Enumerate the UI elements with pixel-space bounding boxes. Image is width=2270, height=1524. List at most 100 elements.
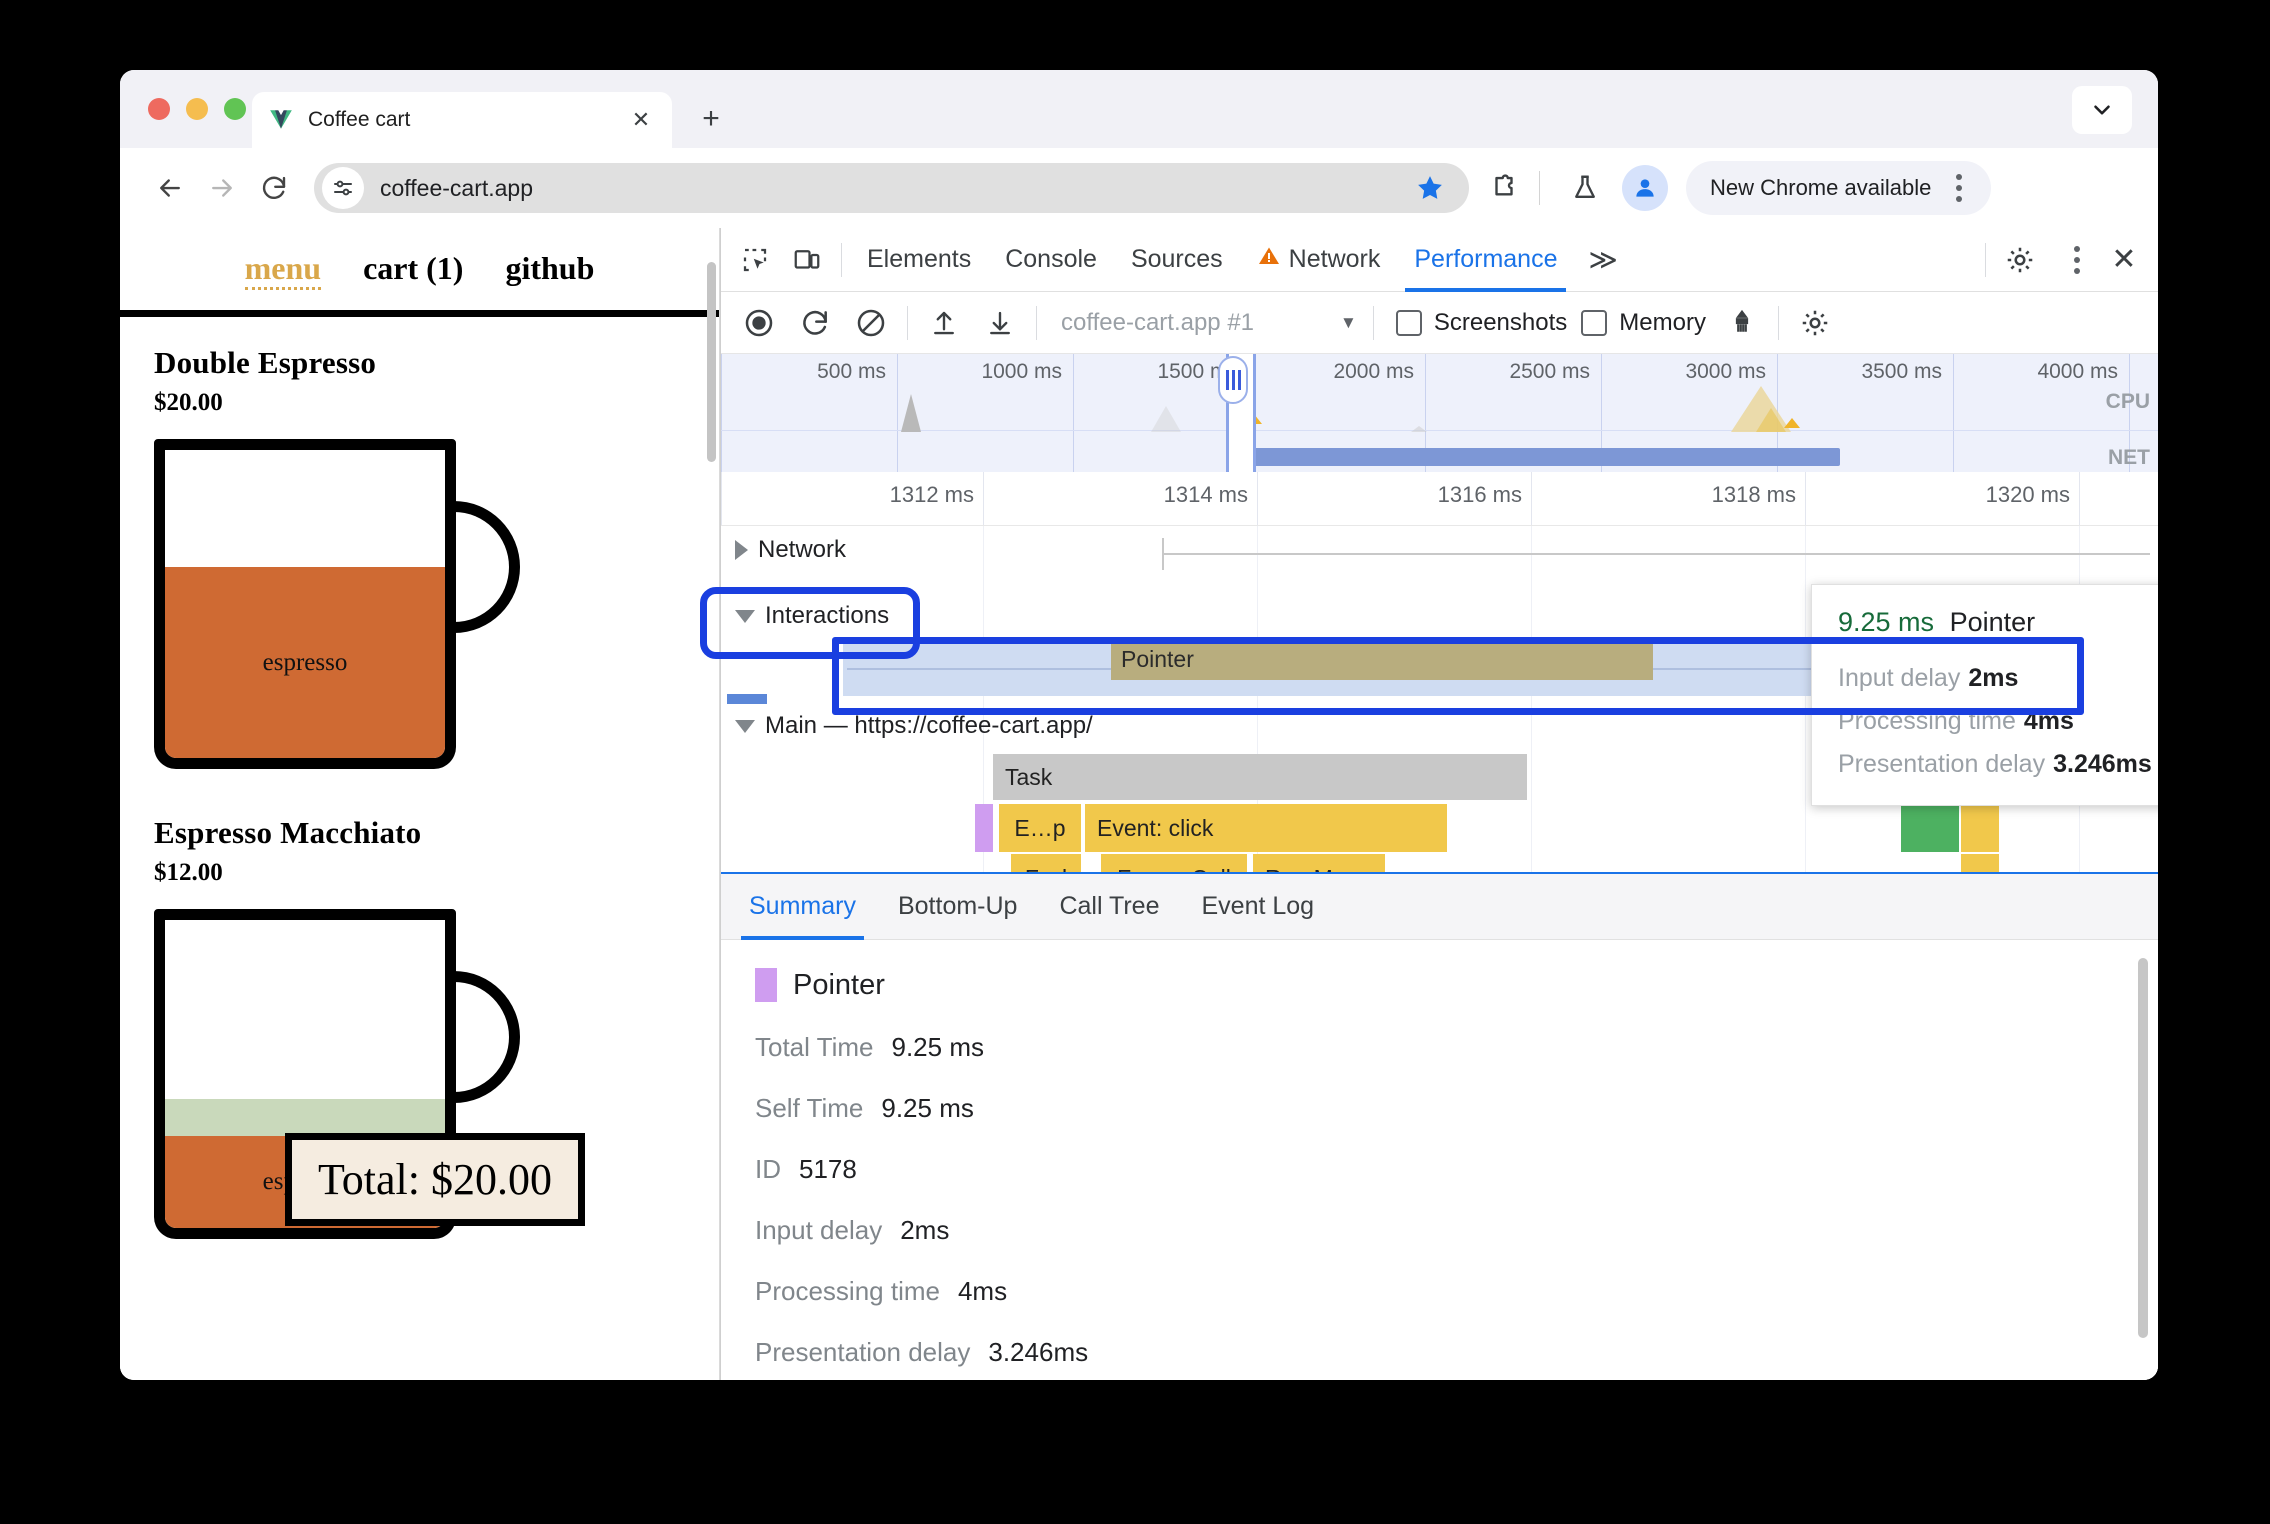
- page-divider: [120, 310, 719, 317]
- timeline-tracks[interactable]: Network Interactions Pointer Main — http…: [721, 526, 2158, 872]
- flame-bar-task[interactable]: Task: [993, 754, 1527, 800]
- interaction-marker: [727, 694, 767, 704]
- toolbar-divider: [1036, 305, 1037, 340]
- flame-bar-yellow-3[interactable]: [1961, 854, 1999, 872]
- profile-avatar[interactable]: [1622, 165, 1668, 211]
- nav-link-menu[interactable]: menu: [244, 250, 322, 290]
- device-toolbar-icon[interactable]: [781, 236, 833, 284]
- nav-link-cart[interactable]: cart (1): [363, 250, 463, 287]
- site-info-tune-icon[interactable]: [322, 167, 364, 209]
- tab-elements[interactable]: Elements: [850, 228, 988, 292]
- drawer-tab-call-tree[interactable]: Call Tree: [1041, 874, 1177, 940]
- toolbar-divider: [907, 305, 908, 340]
- summary-value: 3.246ms: [988, 1337, 1089, 1367]
- drawer-tab-event-log[interactable]: Event Log: [1184, 874, 1333, 940]
- collapse-triangle-icon[interactable]: [735, 719, 755, 733]
- star-filled-icon[interactable]: [1407, 165, 1453, 211]
- drawer-tab-label: Event Log: [1201, 892, 1315, 920]
- profile-select[interactable]: coffee-cart.app #1 ▼: [1053, 301, 1365, 345]
- page-scrollbar[interactable]: [707, 262, 716, 462]
- window-content: menu cart (1) github Double Espresso $20…: [120, 228, 2158, 1380]
- chrome-update-chip[interactable]: New Chrome available: [1686, 161, 1992, 215]
- browser-tab[interactable]: Coffee cart ✕: [252, 92, 672, 148]
- overview-window-handle-left[interactable]: [1218, 356, 1248, 404]
- summary-value: 4ms: [957, 1276, 1008, 1306]
- track-header-interactions[interactable]: Interactions: [721, 602, 889, 630]
- timeline-ruler: 1312 ms 1314 ms 1316 ms 1318 ms 1320 ms: [721, 472, 2158, 526]
- timeline-overview[interactable]: 500 ms 1000 ms 1500 ms 2000 ms 2500 ms 3…: [721, 354, 2158, 472]
- extensions-icon[interactable]: [1479, 163, 1529, 213]
- tab-network[interactable]: Network: [1240, 228, 1398, 292]
- address-bar[interactable]: coffee-cart.app: [314, 163, 1469, 213]
- minimize-window-button[interactable]: [186, 98, 208, 120]
- flame-bar-event-dispatch[interactable]: E…p: [999, 804, 1081, 852]
- flame-bar-yellow-2[interactable]: [1961, 804, 1999, 852]
- close-window-button[interactable]: [148, 98, 170, 120]
- cup-body: espresso: [154, 439, 456, 769]
- drawer-tab-summary[interactable]: Summary: [731, 874, 874, 940]
- screenshots-checkbox[interactable]: Screenshots: [1395, 309, 1567, 337]
- cpu-activity-graph: [901, 386, 1800, 432]
- devtools-tabbar: Elements Console Sources Network Perform…: [721, 228, 2158, 292]
- collapse-triangle-icon[interactable]: [735, 609, 755, 623]
- close-tab-button[interactable]: ✕: [626, 105, 656, 135]
- checkbox-box[interactable]: [1581, 309, 1608, 336]
- more-tabs-icon[interactable]: ≫: [1574, 243, 1631, 276]
- drawer-tab-bottom-up[interactable]: Bottom-Up: [880, 874, 1035, 940]
- toolbar-divider: [1372, 305, 1374, 340]
- flame-bar-interaction-marker[interactable]: [975, 804, 993, 852]
- flask-icon[interactable]: [1560, 163, 1610, 213]
- overview-tick-label: 2500 ms: [1509, 360, 1590, 383]
- capture-settings-gear-icon[interactable]: [1787, 299, 1843, 347]
- clear-icon[interactable]: [843, 299, 899, 347]
- checkbox-box[interactable]: [1395, 309, 1422, 336]
- summary-scrollbar[interactable]: [2138, 958, 2148, 1338]
- kebab-menu-icon[interactable]: [2046, 236, 2098, 284]
- maximize-window-button[interactable]: [224, 98, 246, 120]
- upload-profile-icon[interactable]: [916, 299, 972, 347]
- collect-garbage-icon[interactable]: [1714, 299, 1770, 347]
- drawer-tab-label: Call Tree: [1059, 892, 1160, 920]
- tab-performance[interactable]: Performance: [1397, 228, 1574, 292]
- flame-bar-function-call[interactable]: Func…Call: [1101, 854, 1247, 872]
- memory-checkbox[interactable]: Memory: [1581, 309, 1706, 337]
- tab-search-chevron-down-icon[interactable]: [2072, 86, 2132, 134]
- coffee-cup-graphic[interactable]: espresso: [154, 439, 520, 769]
- product-price: $20.00: [154, 389, 223, 416]
- total-price-badge[interactable]: Total: $20.00: [285, 1133, 586, 1226]
- gear-icon[interactable]: [1994, 236, 2046, 284]
- close-devtools-icon[interactable]: ✕: [2098, 236, 2150, 284]
- reload-button[interactable]: [248, 162, 300, 214]
- record-icon[interactable]: [731, 299, 787, 347]
- kebab-menu-icon[interactable]: [1941, 174, 1977, 202]
- new-tab-button[interactable]: +: [692, 100, 730, 138]
- reload-and-record-icon[interactable]: [787, 299, 843, 347]
- expand-triangle-icon[interactable]: [735, 540, 748, 560]
- track-header-network[interactable]: Network: [721, 536, 846, 564]
- profile-select-value: coffee-cart.app #1: [1061, 308, 1255, 336]
- flame-bar-run-microtasks[interactable]: Run M: [1253, 854, 1385, 872]
- flame-bar-green[interactable]: [1901, 804, 1959, 852]
- tab-sources[interactable]: Sources: [1114, 228, 1240, 292]
- forward-button[interactable]: [196, 162, 248, 214]
- download-profile-icon[interactable]: [972, 299, 1028, 347]
- summary-label: Total Time: [755, 1032, 874, 1062]
- track-header-main[interactable]: Main — https://coffee-cart.app/: [721, 712, 1093, 740]
- summary-label: Self Time: [755, 1093, 864, 1123]
- overview-tick-label: 2000 ms: [1333, 360, 1414, 383]
- tab-label: Network: [1288, 245, 1381, 273]
- nav-link-github[interactable]: github: [505, 250, 594, 287]
- flame-bar-function[interactable]: F…l: [1011, 854, 1081, 872]
- cpu-track-label: CPU: [2105, 390, 2150, 413]
- tab-console[interactable]: Console: [988, 228, 1114, 292]
- overview-tick-label: 500 ms: [817, 360, 886, 383]
- ruler-tick-label: 1312 ms: [889, 482, 974, 507]
- inspect-element-icon[interactable]: [729, 236, 781, 284]
- summary-value: 5178: [799, 1154, 857, 1184]
- devtools-panel: Elements Console Sources Network Perform…: [720, 228, 2158, 1380]
- summary-row-input-delay: Input delay 2ms: [755, 1215, 2158, 1246]
- back-button[interactable]: [144, 162, 196, 214]
- ruler-tick-label: 1314 ms: [1163, 482, 1248, 507]
- flame-bar-event-click[interactable]: Event: click: [1085, 804, 1447, 852]
- pointer-interaction-bar[interactable]: Pointer: [1111, 638, 1653, 680]
